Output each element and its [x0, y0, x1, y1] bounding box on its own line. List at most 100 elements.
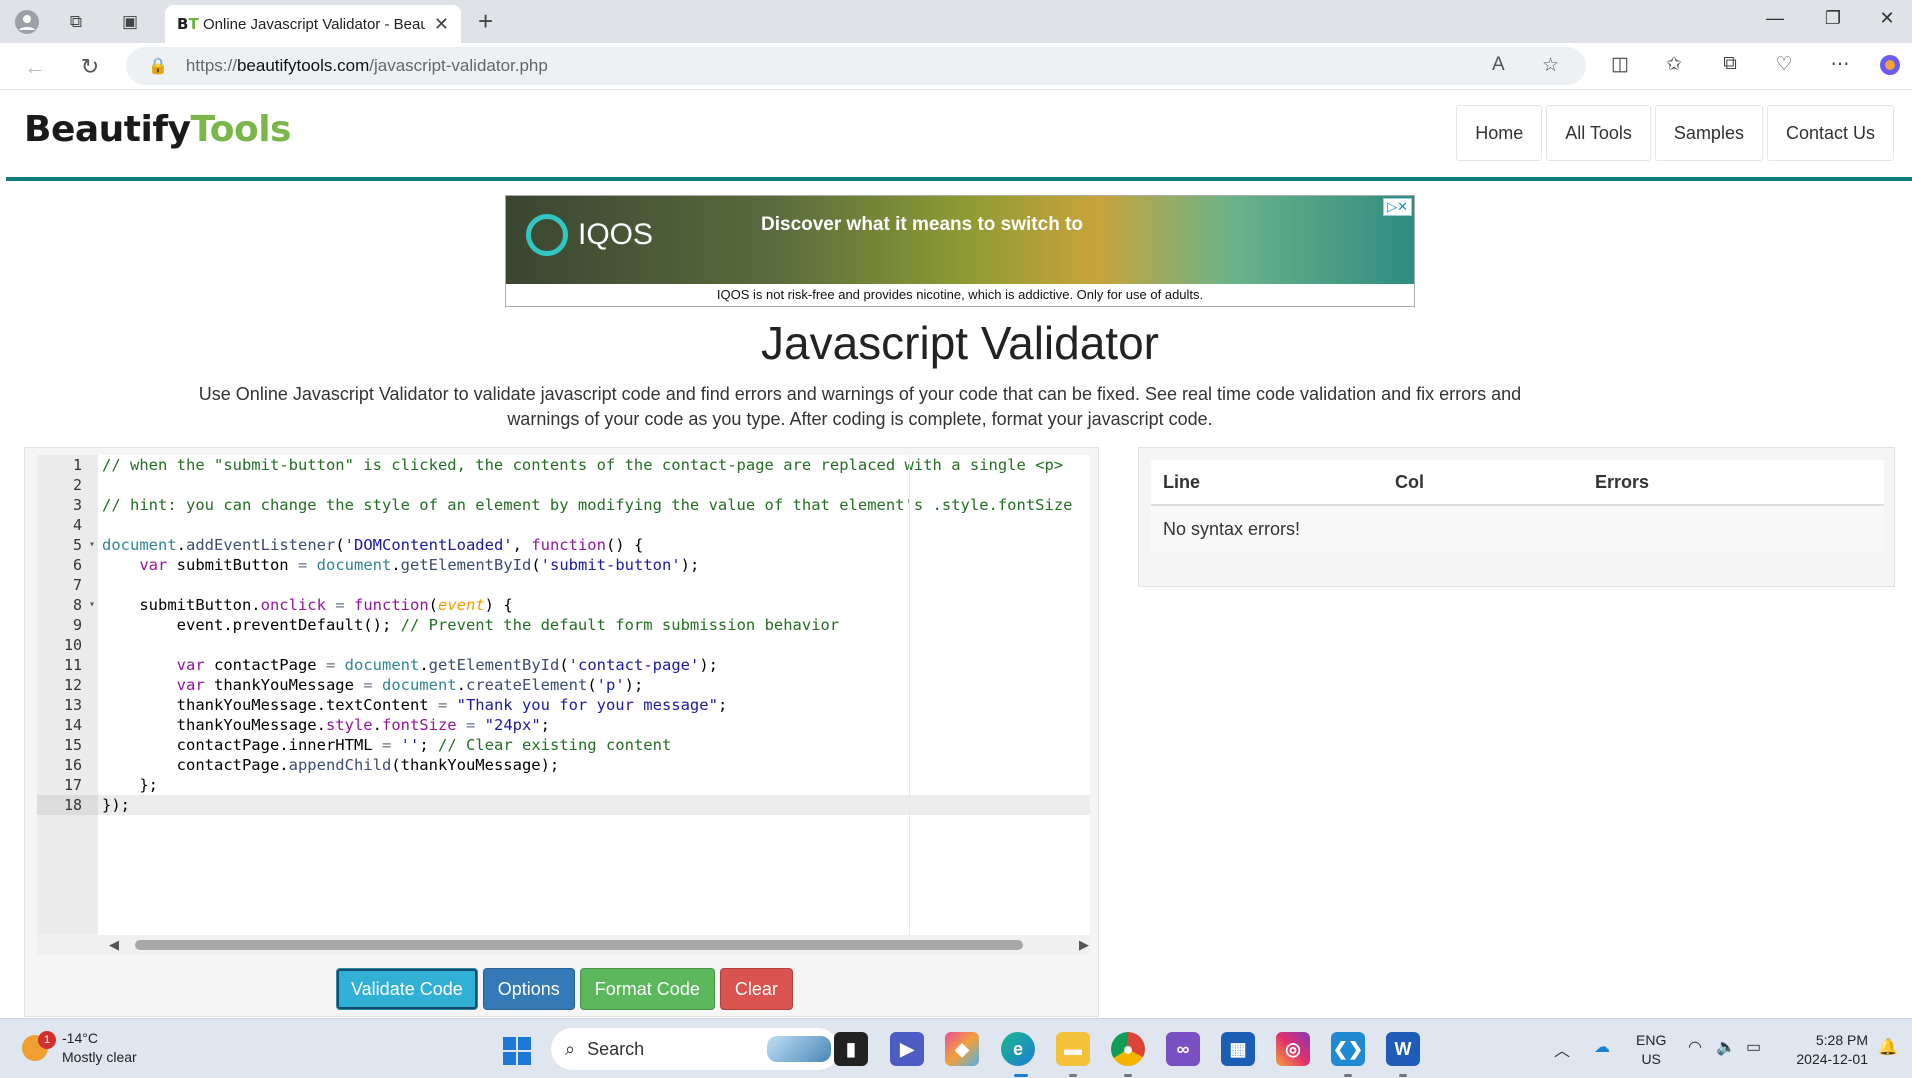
copilot-icon[interactable]: [1876, 53, 1904, 83]
teams-chat-icon[interactable]: ▶: [890, 1032, 924, 1066]
code-line[interactable]: [98, 515, 1090, 535]
site-logo[interactable]: BeautifyTools: [24, 109, 291, 150]
onedrive-icon[interactable]: ☁: [1594, 1037, 1610, 1057]
notifications-icon[interactable]: 🔔: [1878, 1037, 1898, 1057]
browser-essentials-icon[interactable]: ♡: [1770, 53, 1798, 76]
line-number: 12: [63, 676, 82, 694]
more-menu-icon[interactable]: ⋯: [1826, 53, 1854, 76]
refresh-icon[interactable]: ↻: [75, 52, 105, 82]
url-text: https://beautifytools.com/javascript-val…: [185, 56, 548, 75]
instagram-icon[interactable]: ◎: [1276, 1032, 1310, 1066]
nav-contact-us[interactable]: Contact Us: [1766, 105, 1894, 161]
editor-panel: 1 2 3 4 5 ▾ 6 7 8 ▾ 9 10 11 12 13 14 15 16…: [24, 447, 1099, 1017]
file-explorer-icon[interactable]: ▬: [1056, 1032, 1090, 1066]
favorite-star-icon[interactable]: ☆: [1542, 54, 1559, 77]
code-line[interactable]: // hint: you can change the style of an …: [98, 495, 1090, 515]
code-line[interactable]: event.preventDefault(); // Prevent the d…: [98, 615, 1090, 635]
code-line[interactable]: [98, 575, 1090, 595]
nav-all-tools[interactable]: All Tools: [1546, 105, 1651, 161]
vscode-icon[interactable]: ❮❯: [1331, 1032, 1365, 1066]
line-number-gutter: 1 2 3 4 5 ▾ 6 7 8 ▾ 9 10 11 12 13 14 15 16…: [37, 455, 98, 955]
nav-samples[interactable]: Samples: [1654, 105, 1763, 161]
edge-browser-icon[interactable]: e: [1001, 1032, 1035, 1066]
code-line[interactable]: [98, 475, 1090, 495]
profile-icon[interactable]: [13, 8, 41, 36]
visual-studio-icon[interactable]: ∞: [1166, 1032, 1200, 1066]
line-number: 13: [63, 696, 82, 714]
code-line[interactable]: var contactPage = document.getElementByI…: [98, 655, 1090, 675]
line-number: 2: [72, 476, 82, 494]
new-tab-icon[interactable]: +: [478, 6, 493, 37]
code-line[interactable]: thankYouMessage.textContent = "Thank you…: [98, 695, 1090, 715]
battery-icon[interactable]: ▭: [1746, 1037, 1761, 1057]
url-input[interactable]: 🔒 https://beautifytools.com/javascript-v…: [126, 47, 1586, 85]
weather-widget[interactable]: 1 -14°C Mostly clear: [22, 1029, 137, 1067]
code-line[interactable]: submitButton.onclick = function(event) {: [98, 595, 1090, 615]
fold-arrow-icon[interactable]: ▾: [89, 535, 95, 555]
code-line[interactable]: [98, 635, 1090, 655]
code-line[interactable]: var thankYouMessage = document.createEle…: [98, 675, 1090, 695]
line-number: 10: [63, 636, 82, 654]
scrollbar-thumb[interactable]: [135, 940, 1023, 950]
weather-icon: 1: [22, 1031, 56, 1061]
collections-icon[interactable]: ⧉: [1716, 53, 1744, 75]
line-number: 5 ▾: [72, 535, 95, 555]
scroll-left-icon[interactable]: ◀: [109, 937, 119, 953]
wifi-icon[interactable]: ◠: [1688, 1037, 1702, 1057]
ad-banner[interactable]: IQOS Discover what it means to switch to…: [505, 195, 1415, 307]
workspaces-icon[interactable]: ⧉: [62, 8, 90, 36]
start-button[interactable]: [503, 1037, 531, 1065]
adchoices-icon[interactable]: ▷✕: [1383, 198, 1412, 216]
code-line[interactable]: var submitButton = document.getElementBy…: [98, 555, 1090, 575]
nav-home[interactable]: Home: [1456, 105, 1543, 161]
clock[interactable]: 5:28 PM 2024-12-01: [1786, 1031, 1868, 1069]
code-text-area[interactable]: // when the "submit-button" is clicked, …: [98, 455, 1090, 955]
code-line[interactable]: };: [98, 775, 1090, 795]
taskbar-search[interactable]: ⌕ Search: [551, 1028, 839, 1070]
close-window-icon[interactable]: ✕: [1872, 8, 1902, 29]
code-line[interactable]: });: [98, 795, 1090, 815]
site-favicon: BT: [177, 15, 199, 33]
vertical-tabs-icon[interactable]: ▣: [116, 8, 144, 36]
clear-button[interactable]: Clear: [719, 968, 793, 1010]
lock-icon[interactable]: 🔒: [148, 56, 168, 76]
show-hidden-icons-icon[interactable]: ︿: [1554, 1037, 1570, 1061]
code-editor[interactable]: 1 2 3 4 5 ▾ 6 7 8 ▾ 9 10 11 12 13 14 15 16…: [37, 455, 1090, 955]
results-table: Line Col Errors No syntax errors!: [1151, 460, 1884, 552]
split-screen-icon[interactable]: ◫: [1606, 53, 1634, 76]
copilot-app-icon[interactable]: ◆: [945, 1032, 979, 1066]
ad-image[interactable]: IQOS Discover what it means to switch to…: [506, 196, 1414, 284]
code-line[interactable]: contactPage.innerHTML = ''; // Clear exi…: [98, 735, 1090, 755]
line-number: 6: [72, 556, 82, 574]
code-line[interactable]: document.addEventListener('DOMContentLoa…: [98, 535, 1090, 555]
options-button[interactable]: Options: [482, 968, 575, 1010]
language-indicator[interactable]: ENG US: [1636, 1031, 1666, 1069]
search-highlight-image: [767, 1036, 831, 1062]
header-divider: [6, 177, 1912, 181]
horizontal-scrollbar[interactable]: ◀ ▶: [37, 935, 1090, 955]
task-view-icon[interactable]: ▮: [834, 1032, 868, 1066]
format-code-button[interactable]: Format Code: [579, 968, 715, 1010]
favorites-icon[interactable]: ✩: [1660, 53, 1688, 76]
code-line[interactable]: thankYouMessage.style.fontSize = "24px";: [98, 715, 1090, 735]
validate-code-button[interactable]: Validate Code: [336, 968, 478, 1010]
code-line[interactable]: // when the "submit-button" is clicked, …: [98, 455, 1090, 475]
restore-icon[interactable]: ❐: [1818, 8, 1848, 29]
tab-active[interactable]: BT Online Javascript Validator - Beau ✕: [165, 5, 461, 43]
close-tab-icon[interactable]: ✕: [434, 14, 449, 35]
line-number: 16: [63, 756, 82, 774]
app-indicator: [1069, 1074, 1077, 1077]
minimize-icon[interactable]: —: [1760, 8, 1790, 29]
column-header-line: Line: [1151, 460, 1383, 506]
fold-arrow-icon[interactable]: ▾: [89, 595, 95, 615]
read-aloud-icon[interactable]: A: [1492, 54, 1505, 76]
scroll-right-icon[interactable]: ▶: [1079, 937, 1089, 953]
volume-icon[interactable]: 🔈: [1716, 1037, 1736, 1057]
code-line[interactable]: contactPage.appendChild(thankYouMessage)…: [98, 755, 1090, 775]
chrome-icon[interactable]: ●: [1111, 1032, 1145, 1066]
word-icon[interactable]: W: [1386, 1032, 1420, 1066]
back-icon[interactable]: ←: [20, 52, 50, 82]
site-nav: Home All Tools Samples Contact Us: [1452, 105, 1894, 161]
microsoft-store-icon[interactable]: ▦: [1221, 1032, 1255, 1066]
page-description: Use Online Javascript Validator to valid…: [198, 384, 1522, 429]
